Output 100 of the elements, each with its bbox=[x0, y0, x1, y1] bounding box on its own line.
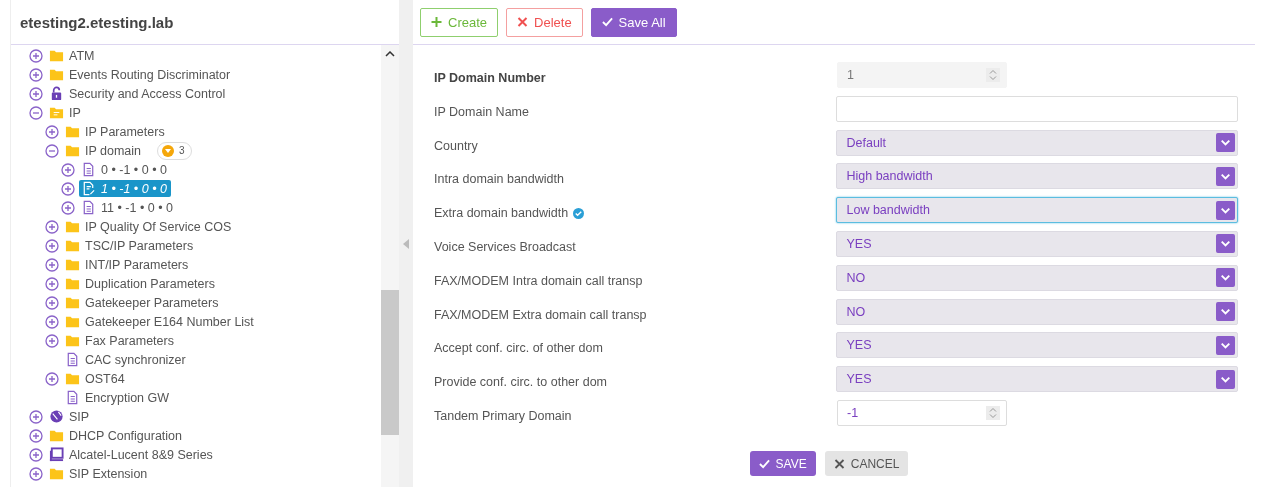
tree-item[interactable]: Fax Parameters bbox=[63, 332, 178, 349]
dropdown[interactable]: Default bbox=[836, 129, 1238, 156]
expand-icon[interactable] bbox=[45, 333, 59, 348]
tree-item[interactable]: Gatekeeper E164 Number List bbox=[63, 313, 258, 330]
field-label: Country bbox=[434, 138, 478, 153]
folder-icon bbox=[65, 276, 80, 291]
expand-icon[interactable] bbox=[45, 219, 59, 234]
folder-icon bbox=[49, 466, 64, 481]
expand-icon[interactable] bbox=[61, 200, 75, 215]
tree-item[interactable]: TSC/IP Parameters bbox=[63, 237, 198, 254]
text-field[interactable] bbox=[836, 95, 1238, 122]
tree-item[interactable]: SIP bbox=[47, 408, 94, 425]
folder-icon bbox=[65, 314, 80, 329]
field-label: Tandem Primary Domain bbox=[434, 408, 572, 423]
folder-icon bbox=[65, 371, 80, 386]
save-all-button[interactable]: Save All bbox=[590, 7, 677, 37]
expand-icon[interactable] bbox=[45, 276, 59, 291]
dropdown[interactable]: High bandwidth bbox=[836, 163, 1238, 190]
expand-icon[interactable] bbox=[29, 466, 43, 481]
dropdown[interactable]: NO bbox=[836, 298, 1238, 325]
field-label: Accept conf. circ. of other dom bbox=[434, 341, 603, 356]
chevron-down-icon[interactable] bbox=[1216, 234, 1235, 254]
expand-icon[interactable] bbox=[45, 238, 59, 253]
expand-icon[interactable] bbox=[29, 86, 43, 101]
folder-icon bbox=[49, 48, 64, 63]
folder-icon bbox=[65, 333, 80, 348]
chevron-down-icon[interactable] bbox=[1216, 335, 1235, 355]
dropdown[interactable]: YES bbox=[836, 332, 1238, 359]
chevron-down-icon[interactable] bbox=[1216, 133, 1235, 153]
folder-icon bbox=[65, 295, 80, 310]
tree-item[interactable]: Events Routing Discriminator bbox=[47, 66, 235, 83]
tree-title: etesting2.etesting.lab bbox=[20, 13, 174, 31]
plus-icon bbox=[431, 17, 442, 27]
expand-icon[interactable] bbox=[29, 409, 43, 424]
expand-icon[interactable] bbox=[61, 181, 75, 196]
close-icon bbox=[833, 458, 845, 469]
expand-icon[interactable] bbox=[61, 162, 75, 177]
checkmark-icon bbox=[601, 17, 613, 27]
chevron-down-icon[interactable] bbox=[1216, 268, 1235, 288]
dropdown[interactable]: YES bbox=[836, 366, 1238, 393]
document-icon bbox=[81, 200, 96, 215]
tree-item[interactable]: IP Quality Of Service COS bbox=[63, 218, 236, 235]
collapse-icon[interactable] bbox=[29, 105, 43, 120]
scrollbar[interactable] bbox=[381, 45, 399, 487]
checkmark-icon bbox=[758, 458, 770, 469]
scroll-up-icon[interactable] bbox=[385, 51, 395, 57]
expand-icon[interactable] bbox=[29, 48, 43, 63]
badge-count: 3 bbox=[179, 145, 185, 156]
field-label: IP Domain Number bbox=[434, 71, 546, 85]
tree-item[interactable]: Encryption GW bbox=[63, 389, 174, 406]
chevron-down-icon[interactable] bbox=[1216, 166, 1235, 186]
cancel-button[interactable]: CANCEL bbox=[824, 451, 909, 476]
dropdown[interactable]: YES bbox=[836, 231, 1238, 257]
tree-item[interactable]: INT/IP Parameters bbox=[63, 256, 193, 273]
tree-item[interactable]: OST64 bbox=[63, 370, 129, 387]
tree-item[interactable]: Security and Access Control bbox=[47, 85, 230, 102]
expand-icon[interactable] bbox=[45, 314, 59, 329]
tree-item[interactable]: Duplication Parameters bbox=[63, 275, 219, 292]
field-label: Provide conf. circ. to other dom bbox=[434, 375, 607, 390]
expand-icon[interactable] bbox=[45, 257, 59, 272]
chevron-down-icon[interactable] bbox=[1216, 369, 1235, 389]
dropdown[interactable]: NO bbox=[836, 264, 1238, 291]
folder-icon bbox=[65, 219, 80, 234]
tree-item[interactable]: ATM bbox=[47, 47, 99, 64]
number-field[interactable]: -1 bbox=[837, 399, 1007, 426]
expand-icon[interactable] bbox=[45, 371, 59, 386]
field-label: IP Domain Name bbox=[434, 104, 529, 119]
tree-item[interactable]: Alcatel-Lucent 8&9 Series bbox=[47, 446, 217, 463]
chevron-down-icon[interactable] bbox=[1216, 302, 1235, 322]
save-button[interactable]: SAVE bbox=[749, 451, 816, 476]
folder-icon bbox=[49, 428, 64, 443]
tree-item[interactable]: SIP Extension bbox=[47, 465, 152, 482]
globe-icon bbox=[49, 409, 64, 424]
field-label: FAX/MODEM Intra domain call transp bbox=[434, 273, 643, 288]
folder-icon bbox=[65, 238, 80, 253]
expand-icon[interactable] bbox=[29, 447, 43, 462]
field-label: Intra domain bandwidth bbox=[434, 172, 564, 187]
field-label: Voice Services Broadcast bbox=[434, 240, 576, 254]
tree-item[interactable]: IP bbox=[47, 104, 85, 121]
monitor-icon bbox=[49, 447, 64, 462]
tree-item[interactable]: 0 • -1 • 0 • 0 bbox=[79, 161, 171, 178]
tree-item[interactable]: CAC synchronizer bbox=[63, 351, 190, 368]
tree-item[interactable]: Gatekeeper Parameters bbox=[63, 294, 223, 311]
document-edit-icon bbox=[81, 181, 96, 196]
tree-item[interactable]: IP Parameters bbox=[63, 123, 169, 140]
dropdown[interactable]: Low bandwidth bbox=[836, 197, 1238, 224]
expand-icon[interactable] bbox=[29, 67, 43, 82]
tree-item[interactable]: 11 • -1 • 0 • 0 bbox=[79, 199, 177, 216]
expand-icon[interactable] bbox=[45, 124, 59, 139]
filter-icon bbox=[162, 144, 175, 157]
expand-icon[interactable] bbox=[45, 295, 59, 310]
collapse-icon[interactable] bbox=[45, 143, 59, 158]
tree-item[interactable]: IP domain bbox=[63, 142, 146, 159]
folder-icon bbox=[65, 257, 80, 272]
document-icon bbox=[81, 162, 96, 177]
expand-icon[interactable] bbox=[29, 428, 43, 443]
delete-button[interactable]: Delete bbox=[506, 7, 583, 37]
chevron-down-icon[interactable] bbox=[1216, 200, 1235, 220]
tree-item[interactable]: DHCP Configuration bbox=[47, 427, 187, 444]
field-label: FAX/MODEM Extra domain call transp bbox=[434, 307, 647, 322]
